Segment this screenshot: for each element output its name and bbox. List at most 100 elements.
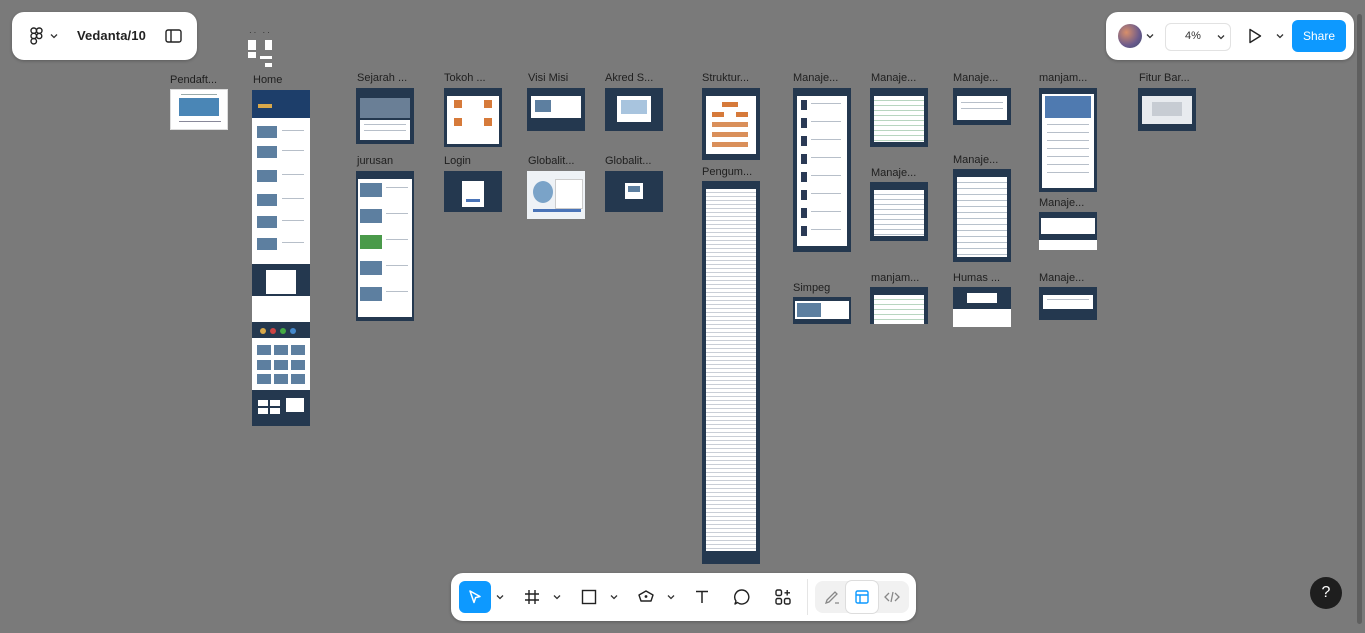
chevron-down-icon	[610, 595, 618, 600]
frame-globalit-1[interactable]	[527, 171, 585, 219]
frame-pengumuman[interactable]	[702, 181, 760, 564]
actions-grid-icon	[775, 589, 791, 605]
comment-tool-button[interactable]	[726, 581, 758, 613]
chevron-down-icon[interactable]	[1276, 33, 1284, 39]
frame-label-manaje-2[interactable]: Manaje...	[871, 72, 916, 85]
frame-struktur[interactable]	[702, 88, 760, 160]
zoom-value: 4%	[1185, 30, 1201, 42]
frame-manaje-2[interactable]	[870, 88, 928, 147]
frame-label-login[interactable]: Login	[444, 155, 471, 168]
small-frame-a	[248, 40, 256, 50]
move-tool-menu[interactable]	[495, 591, 505, 603]
frame-manaje-5[interactable]	[953, 169, 1011, 262]
frame-jurusan[interactable]	[356, 171, 414, 321]
frame-label-manaje-6[interactable]: Manaje...	[1039, 197, 1084, 210]
frame-pendaftaran[interactable]	[170, 89, 228, 130]
frame-label-globalit-2[interactable]: Globalit...	[605, 155, 651, 168]
frame-label-manaje-1[interactable]: Manaje...	[793, 72, 838, 85]
frame-manaje-6[interactable]	[1039, 212, 1097, 250]
vertical-scrollbar[interactable]	[1357, 14, 1362, 624]
frame-label-manjam-2[interactable]: manjam...	[1039, 72, 1087, 85]
share-button[interactable]: Share	[1292, 20, 1346, 52]
frame-manaje-7[interactable]	[1039, 287, 1097, 320]
mode-switcher	[815, 581, 909, 613]
top-right-panel: 4% Share	[1106, 12, 1354, 60]
file-menu-panel: Vedanta/10	[12, 12, 197, 60]
frame-label-humas[interactable]: Humas ...	[953, 272, 1000, 285]
play-icon	[1249, 28, 1262, 44]
small-frame-group[interactable]: ·· ··	[246, 28, 274, 68]
frame-fitur-baru[interactable]	[1138, 88, 1196, 131]
frame-login[interactable]	[444, 171, 502, 212]
chevron-down-icon	[496, 595, 504, 600]
cursor-icon	[469, 590, 481, 604]
frame-simpeg[interactable]	[793, 297, 851, 324]
frame-home[interactable]	[252, 90, 310, 426]
frame-label-struktur[interactable]: Struktur...	[702, 72, 749, 85]
shape-tool-button[interactable]	[573, 581, 605, 613]
code-icon	[884, 591, 900, 603]
pen-tool-button[interactable]	[630, 581, 662, 613]
frame-label-manjam-1[interactable]: manjam...	[871, 272, 919, 285]
text-tool-button[interactable]	[686, 581, 718, 613]
frame-label-pendaftaran[interactable]: Pendaft...	[170, 74, 217, 87]
frame-label-manaje-4[interactable]: Manaje...	[953, 72, 998, 85]
file-name[interactable]: Vedanta/10	[77, 28, 146, 43]
frame-sejarah[interactable]	[356, 88, 414, 144]
shape-tool-menu[interactable]	[609, 591, 619, 603]
frame-label-manaje-3[interactable]: Manaje...	[871, 167, 916, 180]
frame-manjam-2[interactable]	[1039, 88, 1097, 192]
chevron-down-icon	[50, 34, 58, 39]
frame-label-tokoh[interactable]: Tokoh ...	[444, 72, 486, 85]
frame-label-visi-misi[interactable]: Visi Misi	[528, 72, 568, 85]
frame-label-pengumuman[interactable]: Pengum...	[702, 166, 752, 179]
toolbar-divider	[807, 579, 808, 615]
draw-mode-button[interactable]	[816, 581, 848, 613]
bottom-toolbar	[451, 573, 916, 621]
frame-akred[interactable]	[605, 88, 663, 131]
frame-label-jurusan[interactable]: jurusan	[357, 155, 393, 168]
small-frame-c	[248, 52, 256, 58]
frame-label-simpeg[interactable]: Simpeg	[793, 282, 830, 295]
pen-tool-menu[interactable]	[666, 591, 676, 603]
frame-visi-misi[interactable]	[527, 88, 585, 131]
sidebar-toggle-button[interactable]	[164, 27, 182, 45]
frame-label-fitur-baru[interactable]: Fitur Bar...	[1139, 72, 1190, 85]
frame-label-manaje-5[interactable]: Manaje...	[953, 154, 998, 167]
frame-manaje-1[interactable]	[793, 88, 851, 252]
frame-tool-menu[interactable]	[552, 591, 562, 603]
dev-mode-button[interactable]	[876, 581, 908, 613]
frame-label-sejarah[interactable]: Sejarah ...	[357, 72, 407, 85]
frame-manaje-3[interactable]	[870, 182, 928, 241]
avatar[interactable]	[1118, 24, 1142, 48]
main-menu-button[interactable]	[26, 26, 62, 46]
chevron-down-icon[interactable]	[1146, 33, 1154, 39]
frame-globalit-2[interactable]	[605, 171, 663, 212]
chevron-down-icon	[667, 595, 675, 600]
frame-manjam-1[interactable]	[870, 287, 928, 324]
frame-tokoh[interactable]	[444, 88, 502, 147]
chevron-down-icon	[553, 595, 561, 600]
frame-icon	[525, 590, 539, 604]
sidebar-icon	[164, 29, 182, 43]
small-frame-d	[260, 56, 272, 59]
design-icon	[855, 590, 869, 604]
frame-label-home[interactable]: Home	[253, 74, 282, 87]
move-tool-button[interactable]	[459, 581, 491, 613]
zoom-dropdown[interactable]: 4%	[1165, 23, 1231, 51]
frame-tool-button[interactable]	[516, 581, 548, 613]
frame-label-globalit-1[interactable]: Globalit...	[528, 155, 574, 168]
design-mode-button[interactable]	[846, 581, 878, 613]
frame-manaje-4[interactable]	[953, 88, 1011, 125]
actions-tool-button[interactable]	[767, 581, 799, 613]
pen-icon	[638, 590, 654, 602]
chevron-down-icon	[1217, 35, 1225, 40]
frame-label-manaje-7[interactable]: Manaje...	[1039, 272, 1084, 285]
small-frame-b	[265, 40, 272, 50]
frame-humas[interactable]	[953, 287, 1011, 327]
frame-label-akred[interactable]: Akred S...	[605, 72, 653, 85]
present-button[interactable]	[1248, 28, 1264, 44]
help-button[interactable]: ?	[1310, 577, 1342, 609]
rectangle-icon	[581, 589, 597, 605]
small-frame-label: ·· ··	[249, 28, 272, 37]
